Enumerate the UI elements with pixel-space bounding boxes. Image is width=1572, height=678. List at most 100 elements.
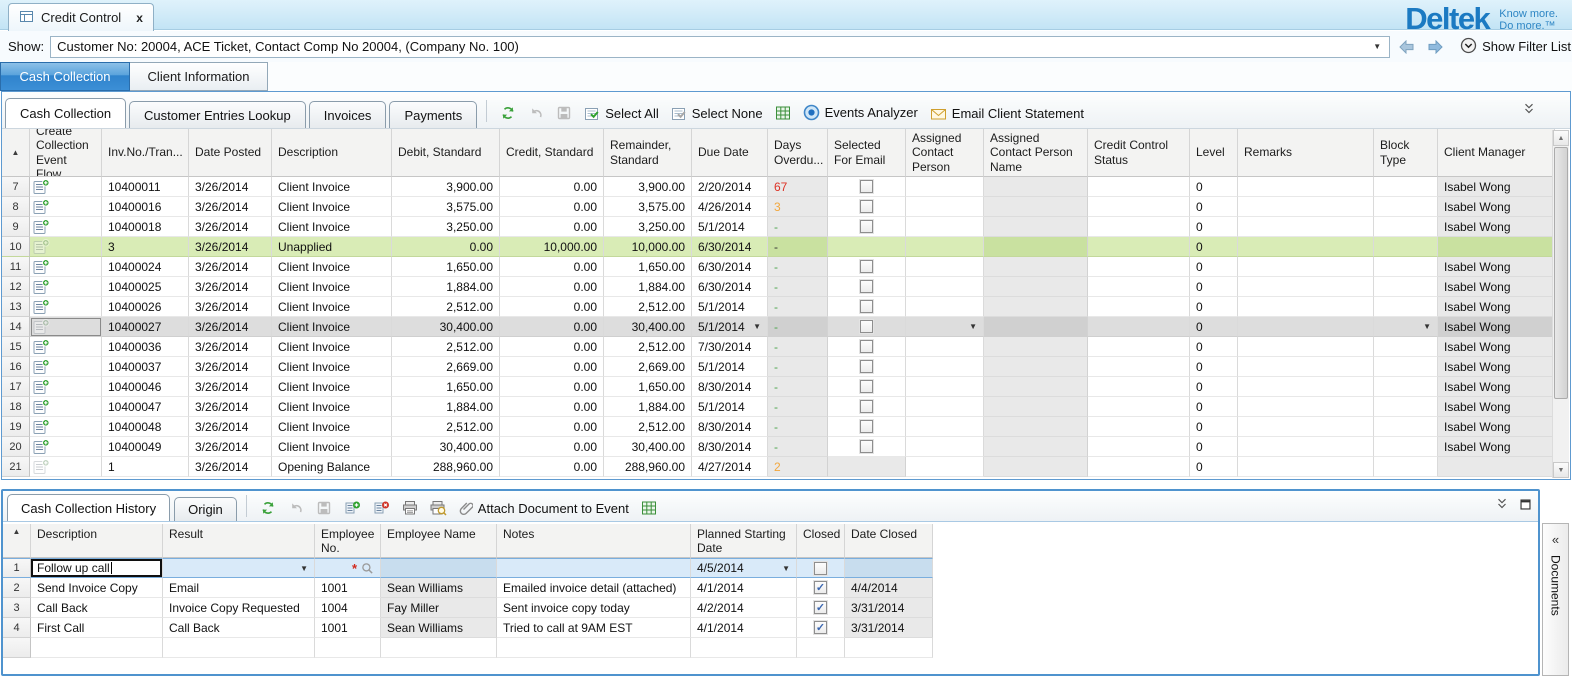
cell-create-event-flow[interactable] (30, 277, 102, 297)
cell-create-event-flow[interactable] (30, 457, 102, 477)
cell-due-date[interactable]: 6/30/2014 (692, 237, 768, 257)
refresh-button[interactable] (500, 105, 516, 121)
cell-client-manager[interactable]: Isabel Wong (1438, 357, 1555, 377)
cell-client-manager[interactable]: Isabel Wong (1438, 277, 1555, 297)
cell-assigned-contact-person-name[interactable] (984, 177, 1088, 197)
row-number[interactable]: 7 (2, 177, 30, 197)
cell-employee-no[interactable] (315, 638, 381, 658)
cell-assigned-contact-person[interactable] (906, 397, 984, 417)
column-header-15[interactable]: Remarks (1238, 129, 1374, 177)
cell-selected-for-email[interactable] (828, 257, 906, 277)
cell-assigned-contact-person-name[interactable] (984, 257, 1088, 277)
cell-selected-for-email[interactable] (828, 177, 906, 197)
cell-planned-starting-date[interactable]: 4/1/2014 (691, 618, 797, 638)
sort-indicator[interactable]: ▲ (2, 129, 30, 177)
cell-assigned-contact-person[interactable] (906, 217, 984, 237)
column-header-17[interactable]: Client Manager (1438, 129, 1555, 177)
cell-create-event-flow[interactable] (30, 297, 102, 317)
description-edit-field[interactable]: Follow up call (31, 559, 162, 577)
cell-credit[interactable]: 10,000.00 (500, 237, 604, 257)
cell-debit[interactable]: 2,512.00 (392, 337, 500, 357)
cell-selected-for-email[interactable] (828, 337, 906, 357)
cell-selected-for-email[interactable] (828, 217, 906, 237)
cell-closed[interactable]: ✓ (797, 598, 845, 618)
cell-date-posted[interactable]: 3/26/2014 (189, 217, 272, 237)
cell-remainder[interactable]: 1,650.00 (604, 377, 692, 397)
cell-block-type[interactable]: ▼ (1374, 317, 1438, 337)
cell-due-date[interactable]: 7/30/2014 (692, 337, 768, 357)
cell-assigned-contact-person[interactable]: ▼ (906, 317, 984, 337)
closed-checkbox[interactable]: ✓ (814, 581, 827, 594)
row-number[interactable]: 2 (3, 578, 31, 598)
collapse-toolbar-icon[interactable] (1522, 102, 1536, 121)
column-header-11[interactable]: Assigned Contact Person (906, 129, 984, 177)
email-checkbox[interactable] (860, 360, 873, 373)
cell-employee-name[interactable]: Sean Williams (381, 578, 497, 598)
history-column-header-1[interactable]: Description (31, 524, 163, 558)
maximize-panel-icon[interactable] (1519, 498, 1532, 516)
subtab-origin[interactable]: Origin (174, 497, 237, 521)
window-tab-credit-control[interactable]: Credit Control x (8, 3, 154, 31)
cell-days-overdue[interactable]: - (768, 277, 828, 297)
cell-remarks[interactable] (1238, 217, 1374, 237)
cell-client-manager[interactable]: Isabel Wong (1438, 317, 1555, 337)
row-number[interactable]: 20 (2, 437, 30, 457)
cell-assigned-contact-person-name[interactable] (984, 457, 1088, 477)
row-number[interactable] (3, 638, 31, 658)
cell-level[interactable]: 0 (1190, 437, 1238, 457)
cell-create-event-flow[interactable] (30, 417, 102, 437)
cell-level[interactable]: 0 (1190, 197, 1238, 217)
cell-credit[interactable]: 0.00 (500, 257, 604, 277)
cell-assigned-contact-person[interactable] (906, 337, 984, 357)
cell-level[interactable]: 0 (1190, 357, 1238, 377)
row-number[interactable]: 8 (2, 197, 30, 217)
cell-invoice-no[interactable]: 10400016 (102, 197, 189, 217)
row-number[interactable]: 9 (2, 217, 30, 237)
cell-date-posted[interactable]: 3/26/2014 (189, 277, 272, 297)
email-checkbox[interactable] (860, 320, 873, 333)
date-dropdown-icon[interactable]: ▼ (778, 564, 790, 573)
cell-level[interactable]: 0 (1190, 417, 1238, 437)
cell-due-date[interactable]: 6/30/2014 (692, 257, 768, 277)
cell-remarks[interactable] (1238, 457, 1374, 477)
cell-remarks[interactable] (1238, 417, 1374, 437)
cell-level[interactable]: 0 (1190, 237, 1238, 257)
cell-remainder[interactable]: 10,000.00 (604, 237, 692, 257)
cell-assigned-contact-person[interactable] (906, 297, 984, 317)
cell-notes[interactable] (497, 638, 691, 658)
cell-block-type[interactable] (1374, 177, 1438, 197)
cell-planned-starting-date[interactable] (691, 638, 797, 658)
attach-document-button[interactable]: Attach Document to Event (459, 500, 629, 516)
cell-remainder[interactable]: 3,900.00 (604, 177, 692, 197)
cell-credit[interactable]: 0.00 (500, 177, 604, 197)
cell-create-event-flow[interactable] (30, 377, 102, 397)
cell-description[interactable]: Client Invoice (272, 297, 392, 317)
cell-credit-control-status[interactable] (1088, 397, 1190, 417)
cell-block-type[interactable] (1374, 257, 1438, 277)
history-column-header-8[interactable]: Date Closed (845, 524, 933, 558)
cell-block-type[interactable] (1374, 297, 1438, 317)
cell-employee-no[interactable]: 1001 (315, 578, 381, 598)
cell-credit-control-status[interactable] (1088, 257, 1190, 277)
cell-assigned-contact-person-name[interactable] (984, 277, 1088, 297)
cell-remarks[interactable] (1238, 177, 1374, 197)
cell-selected-for-email[interactable] (828, 377, 906, 397)
cell-level[interactable]: 0 (1190, 177, 1238, 197)
cell-history-description[interactable]: Call Back (31, 598, 163, 618)
column-header-10[interactable]: Selected For Email (828, 129, 906, 177)
cell-date-posted[interactable]: 3/26/2014 (189, 337, 272, 357)
column-header-2[interactable]: Inv.No./Tran... (102, 129, 189, 177)
cell-description[interactable]: Opening Balance (272, 457, 392, 477)
cell-client-manager[interactable]: Isabel Wong (1438, 297, 1555, 317)
cell-description[interactable]: Client Invoice (272, 437, 392, 457)
cell-date-posted[interactable]: 3/26/2014 (189, 257, 272, 277)
cell-remarks[interactable] (1238, 197, 1374, 217)
cell-level[interactable]: 0 (1190, 257, 1238, 277)
subtab-customer-entries-lookup[interactable]: Customer Entries Lookup (129, 101, 306, 128)
scrollbar-thumb[interactable] (1554, 147, 1568, 399)
cell-due-date[interactable]: 5/1/2014 (692, 217, 768, 237)
cell-notes[interactable]: Sent invoice copy today (497, 598, 691, 618)
cell-assigned-contact-person-name[interactable] (984, 217, 1088, 237)
cell-selected-for-email[interactable] (828, 457, 906, 477)
cell-assigned-contact-person-name[interactable] (984, 437, 1088, 457)
